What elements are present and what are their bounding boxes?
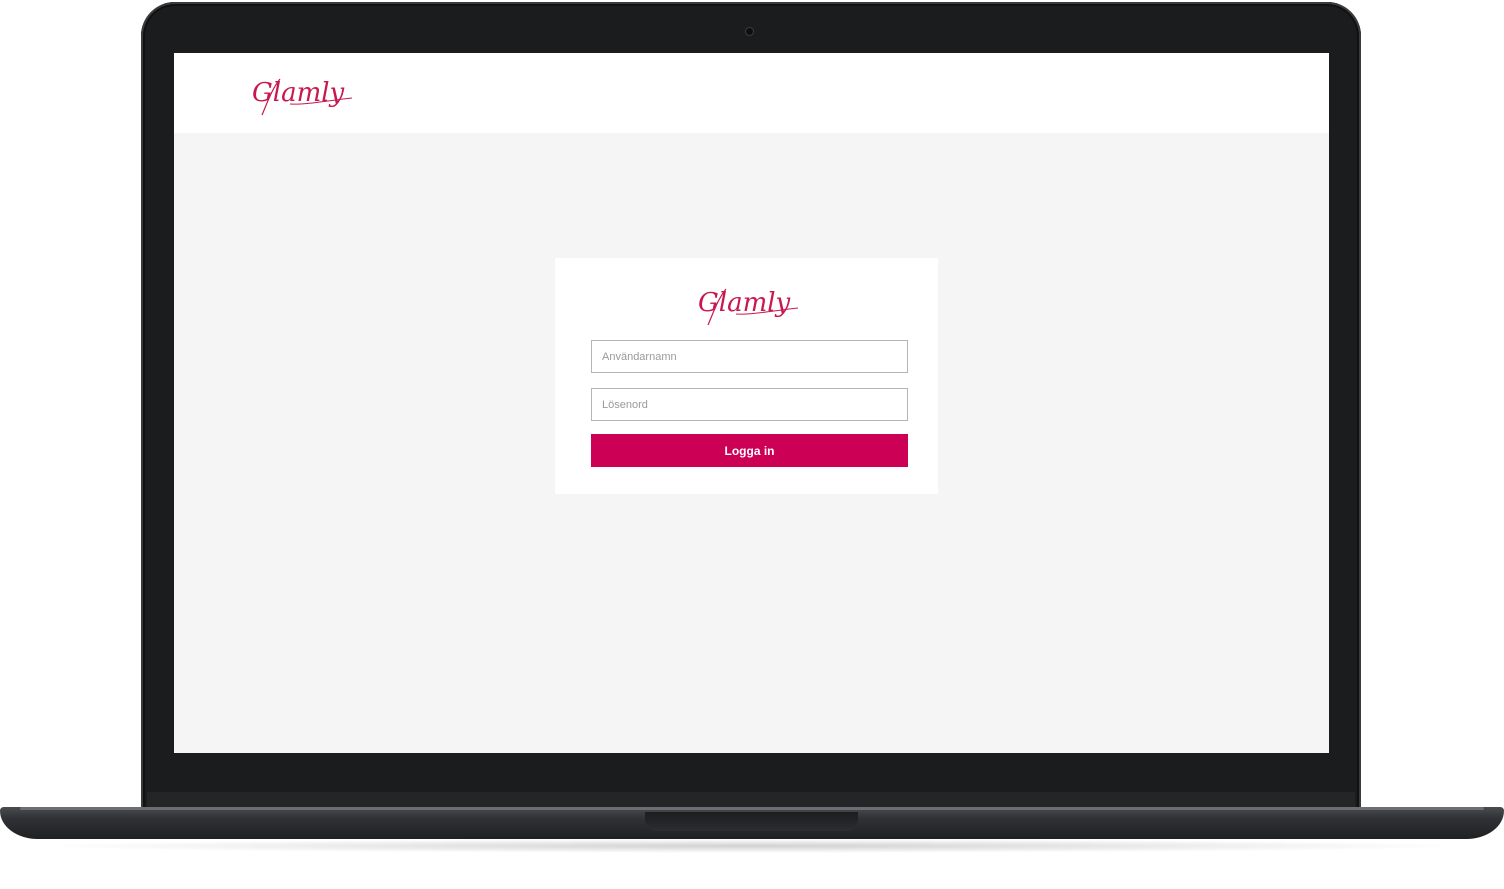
header-logo-text: Glamly [252, 78, 345, 108]
card-logo: Glamly [698, 288, 799, 326]
laptop-mockup: Glamly Glamly Logga in [0, 0, 1504, 889]
username-input[interactable] [591, 340, 908, 373]
laptop-shadow [30, 839, 1474, 853]
header-logo[interactable]: Glamly [250, 71, 354, 121]
login-button[interactable]: Logga in [591, 434, 908, 467]
login-card: Glamly Logga in [555, 258, 938, 494]
laptop-base-edge [20, 807, 1484, 810]
app-header: Glamly [174, 53, 1329, 133]
password-input[interactable] [591, 388, 908, 421]
laptop-notch [645, 812, 858, 831]
screen: Glamly Glamly Logga in [174, 53, 1329, 753]
camera-icon [746, 28, 753, 35]
card-logo-text: Glamly [698, 288, 791, 318]
